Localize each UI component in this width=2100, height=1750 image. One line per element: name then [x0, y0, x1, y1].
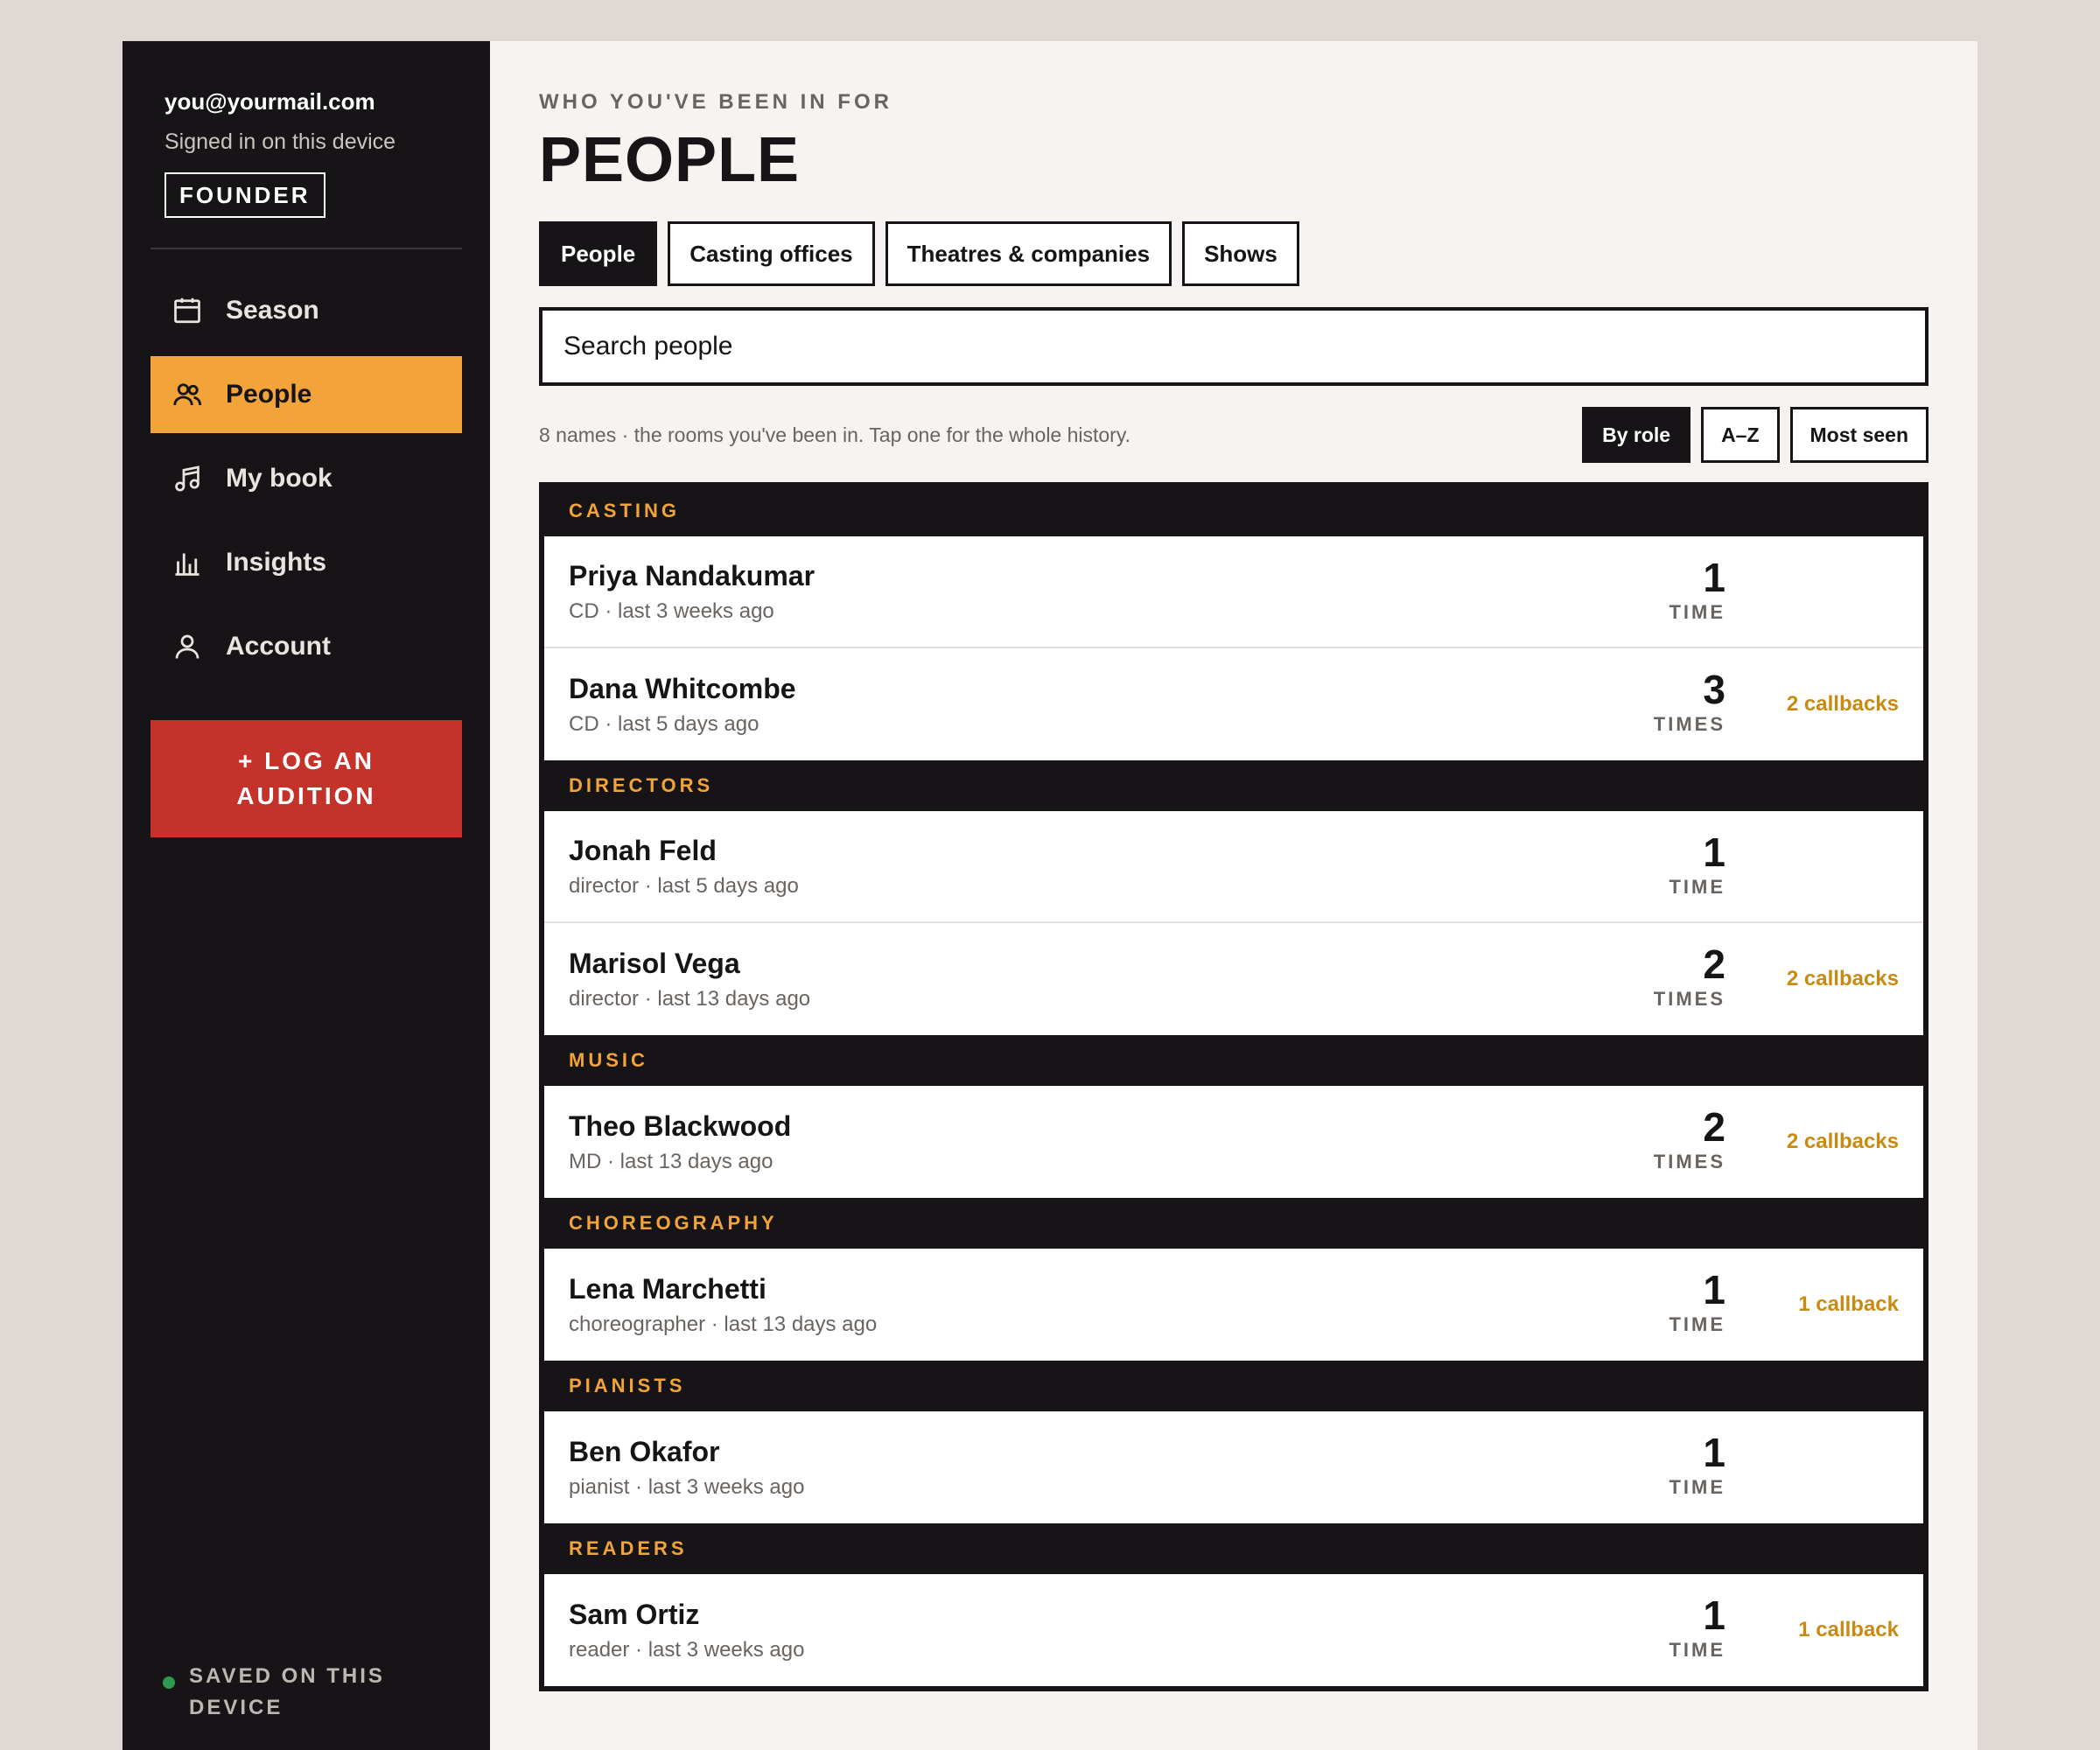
group-header: DIRECTORS — [569, 774, 714, 796]
list-toolbar: 8 names · the rooms you've been in. Tap … — [539, 407, 1928, 463]
people-list: CASTING Priya Nandakumar CD · last 3 wee… — [539, 482, 1928, 1691]
person-row[interactable]: Dana Whitcombe CD · last 5 days ago 3 TI… — [544, 648, 1923, 760]
person-row[interactable]: Priya Nandakumar CD · last 3 weeks ago 1… — [544, 536, 1923, 648]
callback-count: 2 callbacks — [1786, 967, 1899, 990]
group-rows: Jonah Feld director · last 5 days ago 1 … — [544, 811, 1923, 1035]
group-rows: Theo Blackwood MD · last 13 days ago 2 T… — [544, 1086, 1923, 1198]
audition-count: 2 TIMES — [1654, 1105, 1726, 1173]
audition-count-unit: TIMES — [1653, 713, 1726, 735]
main-content: WHO YOU'VE BEEN IN FOR PEOPLE People Cas… — [490, 41, 1978, 1750]
sort-a-z-button[interactable]: A–Z — [1701, 407, 1780, 463]
group-header: READERS — [569, 1537, 688, 1559]
tab-casting-offices[interactable]: Casting offices — [668, 221, 875, 286]
sidebar: you@yourmail.com Signed in on this devic… — [122, 41, 490, 1750]
callback-count: 2 callbacks — [1786, 692, 1899, 716]
sort-most-seen-button[interactable]: Most seen — [1789, 407, 1928, 463]
callback-count: 2 callbacks — [1786, 1130, 1899, 1153]
audition-count: 1 TIME — [1669, 1593, 1726, 1662]
sidebar-divider — [150, 248, 462, 249]
audition-count: 1 TIME — [1669, 1431, 1726, 1499]
result-summary: 8 names · the rooms you've been in. Tap … — [539, 423, 1131, 446]
audition-count-number: 2 — [1703, 942, 1726, 987]
sidebar-item-label: Account — [226, 632, 331, 661]
sidebar-item-season[interactable]: Season — [150, 272, 462, 349]
search-input[interactable] — [564, 332, 1904, 361]
person-row[interactable]: Sam Ortiz reader · last 3 weeks ago 1 TI… — [544, 1574, 1923, 1686]
person-row[interactable]: Jonah Feld director · last 5 days ago 1 … — [544, 811, 1923, 923]
account-email: you@yourmail.com — [164, 88, 375, 115]
audition-count-number: 2 — [1703, 1104, 1726, 1150]
sort-by-role-button[interactable]: By role — [1582, 407, 1691, 463]
audition-count-unit: TIME — [1669, 1639, 1726, 1661]
plan-badge: FOUNDER — [164, 172, 326, 218]
app-window: you@yourmail.com Signed in on this devic… — [122, 41, 1978, 1750]
audition-count-number: 1 — [1703, 830, 1726, 875]
audition-count: 1 TIME — [1669, 1268, 1726, 1336]
audition-count-unit: TIMES — [1653, 1151, 1726, 1172]
audition-count-number: 1 — [1703, 555, 1726, 600]
callback-count: 1 callback — [1798, 1618, 1899, 1642]
group-rows: Priya Nandakumar CD · last 3 weeks ago 1… — [544, 536, 1923, 760]
audition-count: 1 TIME — [1669, 830, 1726, 899]
user-icon — [170, 629, 205, 664]
group-header: PIANISTS — [569, 1375, 686, 1396]
audition-count: 1 TIME — [1669, 556, 1726, 624]
tab-bar: People Casting offices Theatres & compan… — [539, 221, 1928, 286]
audition-count: 3 TIMES — [1654, 668, 1726, 736]
status-dot-icon — [163, 1676, 175, 1689]
sidebar-item-insights[interactable]: Insights — [150, 524, 462, 601]
person-row[interactable]: Lena Marchetti choreographer · last 13 d… — [544, 1249, 1923, 1361]
page-eyebrow: WHO YOU'VE BEEN IN FOR — [539, 90, 892, 114]
tab-shows[interactable]: Shows — [1182, 221, 1299, 286]
tab-people[interactable]: People — [539, 221, 658, 286]
sidebar-item-people[interactable]: People — [150, 356, 462, 433]
calendar-icon — [170, 293, 205, 328]
audition-count-unit: TIME — [1669, 1313, 1726, 1335]
music-note-icon — [170, 461, 205, 496]
audition-count-unit: TIME — [1669, 1476, 1726, 1498]
audition-count-unit: TIMES — [1653, 988, 1726, 1010]
audition-count-unit: TIME — [1669, 601, 1726, 623]
audition-count: 2 TIMES — [1654, 942, 1726, 1011]
group-rows: Lena Marchetti choreographer · last 13 d… — [544, 1249, 1923, 1361]
audition-count-number: 3 — [1703, 667, 1726, 712]
save-status: SAVED ON THIS DEVICE — [163, 1661, 399, 1724]
person-row[interactable]: Ben Okafor pianist · last 3 weeks ago 1 … — [544, 1411, 1923, 1523]
page-title: PEOPLE — [539, 125, 801, 195]
person-row[interactable]: Theo Blackwood MD · last 13 days ago 2 T… — [544, 1086, 1923, 1198]
signed-in-status: Signed in on this device — [164, 130, 396, 154]
sidebar-item-label: My book — [226, 464, 332, 493]
group-header: CHOREOGRAPHY — [569, 1212, 778, 1234]
people-icon — [170, 377, 205, 412]
group-header: CASTING — [569, 500, 680, 522]
audition-count-number: 1 — [1703, 1430, 1726, 1475]
audition-count-unit: TIME — [1669, 876, 1726, 898]
sort-options: By role A–Z Most seen — [1582, 407, 1928, 463]
sidebar-item-label: People — [226, 380, 312, 409]
save-status-label: SAVED ON THIS DEVICE — [189, 1664, 385, 1719]
group-rows: Sam Ortiz reader · last 3 weeks ago 1 TI… — [544, 1574, 1923, 1686]
bar-chart-icon — [170, 545, 205, 580]
person-row[interactable]: Marisol Vega director · last 13 days ago… — [544, 923, 1923, 1035]
group-rows: Ben Okafor pianist · last 3 weeks ago 1 … — [544, 1411, 1923, 1523]
sidebar-item-label: Insights — [226, 548, 327, 577]
group-header: MUSIC — [569, 1049, 648, 1071]
sidebar-item-my-book[interactable]: My book — [150, 440, 462, 517]
tab-theatres-companies[interactable]: Theatres & companies — [885, 221, 1172, 286]
search-box — [539, 307, 1928, 386]
log-audition-button[interactable]: + LOG AN AUDITION — [150, 720, 462, 837]
callback-count: 1 callback — [1798, 1292, 1899, 1316]
audition-count-number: 1 — [1703, 1592, 1726, 1638]
audition-count-number: 1 — [1703, 1267, 1726, 1312]
sidebar-nav: Season People My book Insights Account — [150, 272, 462, 685]
sidebar-item-label: Season — [226, 296, 319, 325]
sidebar-item-account[interactable]: Account — [150, 608, 462, 685]
